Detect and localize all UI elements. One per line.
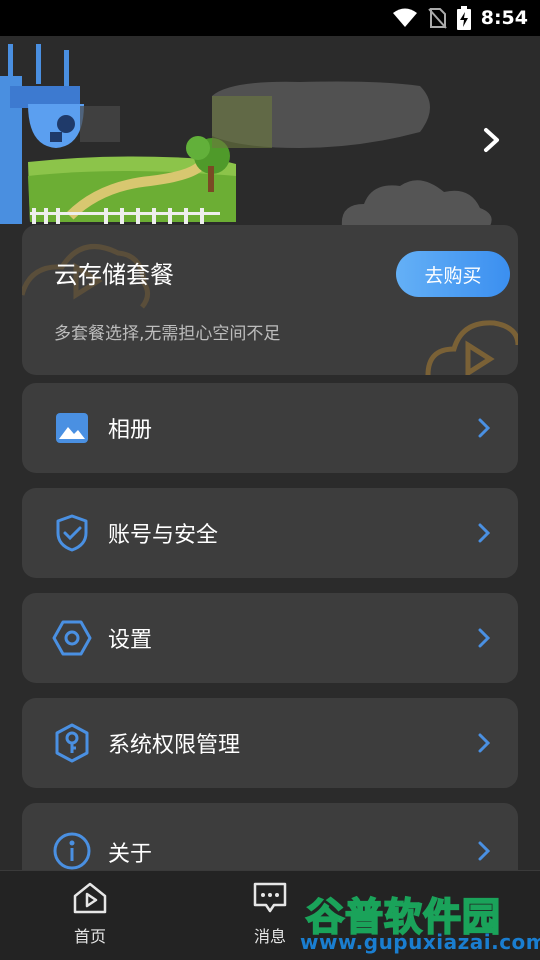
banner-next-button[interactable]: [474, 122, 510, 158]
nav-label: 首页: [73, 927, 106, 946]
buy-button[interactable]: 去购买: [396, 251, 510, 297]
menu-item-settings[interactable]: 设置: [22, 593, 518, 683]
home-icon: [73, 882, 107, 914]
nav-home[interactable]: 首页: [45, 881, 135, 956]
watermark-url: www.gupuxiazai.com: [300, 930, 540, 954]
nav-label: 消息: [253, 927, 286, 946]
hexagon-settings-icon: [52, 618, 92, 658]
chevron-right-icon: [476, 839, 492, 863]
menu-item-account-security[interactable]: 账号与安全: [22, 488, 518, 578]
status-time: 8:54: [480, 7, 528, 29]
shield-check-icon: [52, 513, 92, 553]
cloud-storage-card[interactable]: 云存储套餐 多套餐选择,无需担心空间不足 去购买: [22, 225, 518, 375]
message-icon: [253, 882, 287, 913]
status-bar: 8:54: [0, 0, 540, 36]
cloud-play-icon: [425, 320, 518, 375]
banner-illustration: [0, 44, 492, 226]
menu-item-album[interactable]: 相册: [22, 383, 518, 473]
menu-item-label: 关于: [108, 842, 153, 867]
chevron-right-icon: [476, 626, 492, 650]
promo-banner[interactable]: [0, 36, 540, 231]
menu-item-label: 设置: [108, 628, 153, 653]
key-hexagon-icon: [52, 723, 92, 763]
menu-item-label: 相册: [108, 418, 153, 443]
battery-charging-icon: [456, 6, 471, 30]
chevron-right-icon: [476, 731, 492, 755]
cloud-storage-subtitle: 多套餐选择,无需担心空间不足: [54, 324, 281, 344]
menu-item-about[interactable]: 关于: [22, 803, 518, 870]
photo-icon: [52, 408, 92, 448]
chevron-right-icon: [484, 128, 499, 152]
chevron-right-icon: [476, 416, 492, 440]
cloud-storage-title: 云存储套餐: [54, 261, 174, 289]
menu-item-label: 账号与安全: [108, 523, 219, 548]
no-sim-icon: [427, 8, 447, 29]
watermark: 谷普软件园 www.gupuxiazai.com: [296, 884, 540, 960]
info-icon: [52, 831, 92, 870]
wifi-icon: [392, 8, 417, 27]
menu-item-permissions[interactable]: 系统权限管理: [22, 698, 518, 788]
chevron-right-icon: [476, 521, 492, 545]
menu-item-label: 系统权限管理: [108, 733, 241, 758]
